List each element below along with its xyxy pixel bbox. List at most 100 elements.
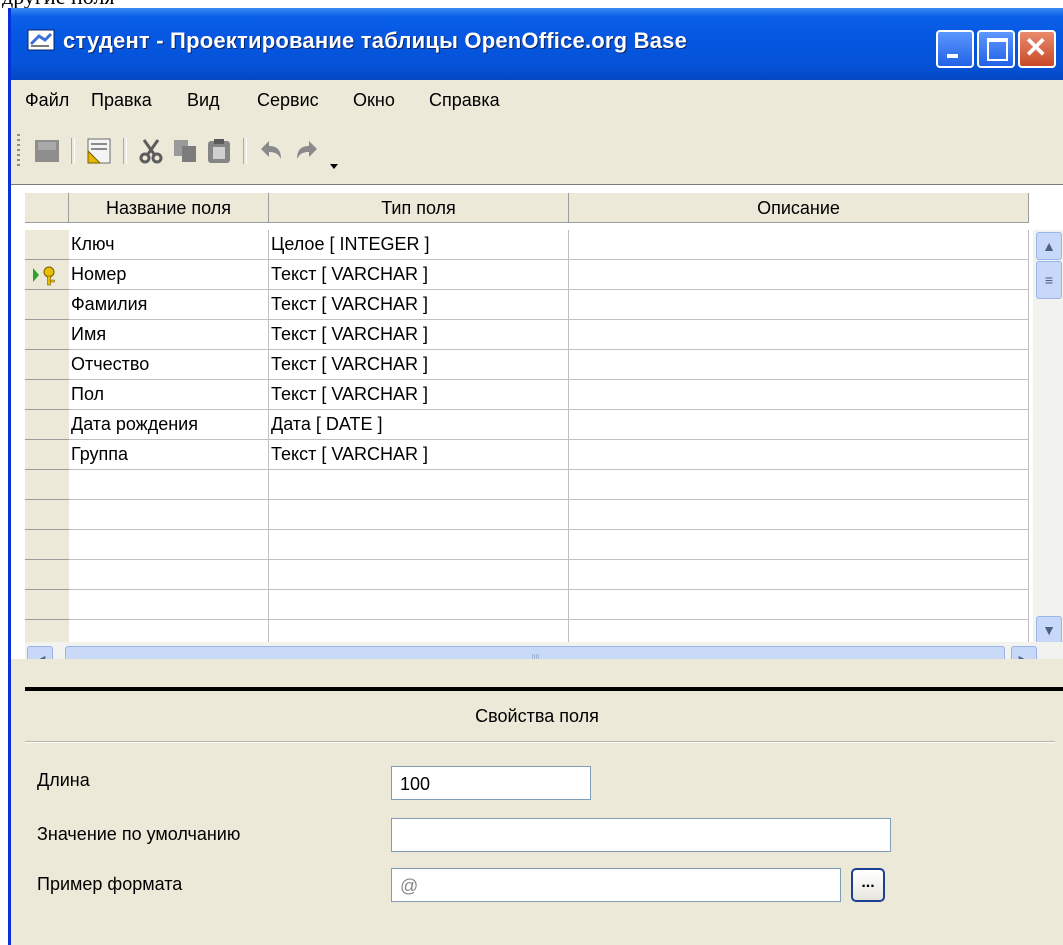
- scroll-right-arrow-icon[interactable]: ▶: [1011, 646, 1037, 659]
- cut-icon[interactable]: [137, 137, 165, 165]
- design-icon[interactable]: [85, 137, 113, 165]
- row-header[interactable]: [25, 470, 69, 500]
- cell-field-type[interactable]: [269, 530, 569, 560]
- row-header[interactable]: [25, 230, 69, 260]
- minimize-icon: [947, 54, 958, 58]
- cell-description[interactable]: [569, 590, 1029, 620]
- cell-field-name[interactable]: Фамилия: [69, 290, 269, 320]
- cropped-text: другие поля: [2, 0, 115, 8]
- format-browse-button[interactable]: ...: [851, 868, 885, 902]
- cell-field-type[interactable]: Текст [ VARCHAR ]: [269, 440, 569, 470]
- menu-bar: Файл Правка Вид Сервис Окно Справка: [11, 80, 1063, 120]
- menu-help[interactable]: Справка: [429, 90, 500, 111]
- cell-field-name[interactable]: [69, 530, 269, 560]
- title-bar[interactable]: студент - Проектирование таблицы OpenOff…: [11, 8, 1063, 80]
- cell-field-type[interactable]: Целое [ INTEGER ]: [269, 230, 569, 260]
- dropdown-arrow-icon[interactable]: [327, 150, 341, 170]
- toolbar-separator: [123, 138, 127, 164]
- cell-field-type[interactable]: Текст [ VARCHAR ]: [269, 260, 569, 290]
- cell-field-name[interactable]: [69, 590, 269, 620]
- menu-edit[interactable]: Правка: [91, 90, 152, 111]
- cell-field-name[interactable]: Номер: [69, 260, 269, 290]
- column-header-description[interactable]: Описание: [569, 193, 1029, 223]
- row-header[interactable]: [25, 290, 69, 320]
- column-header-field-type[interactable]: Тип поля: [269, 193, 569, 223]
- cell-description[interactable]: [569, 320, 1029, 350]
- cell-description[interactable]: [569, 380, 1029, 410]
- pane-divider[interactable]: [25, 687, 1063, 691]
- cell-field-name[interactable]: [69, 560, 269, 590]
- cell-field-name[interactable]: Группа: [69, 440, 269, 470]
- row-header[interactable]: [25, 320, 69, 350]
- copy-icon[interactable]: [171, 137, 199, 165]
- toolbar: [11, 120, 1063, 184]
- cell-field-type[interactable]: [269, 500, 569, 530]
- app-window: студент - Проектирование таблицы OpenOff…: [8, 8, 1063, 945]
- cell-field-type[interactable]: Дата [ DATE ]: [269, 410, 569, 440]
- cell-description[interactable]: [569, 410, 1029, 440]
- save-icon[interactable]: [33, 137, 61, 165]
- cell-field-type[interactable]: Текст [ VARCHAR ]: [269, 380, 569, 410]
- redo-icon[interactable]: [293, 137, 321, 165]
- scroll-up-arrow-icon[interactable]: ▲: [1036, 232, 1062, 260]
- cell-description[interactable]: [569, 290, 1029, 320]
- cell-field-name[interactable]: Ключ: [69, 230, 269, 260]
- horizontal-scroll-thumb[interactable]: ||||: [65, 646, 1005, 659]
- cell-field-type[interactable]: [269, 590, 569, 620]
- row-header[interactable]: [25, 410, 69, 440]
- length-input[interactable]: 100: [391, 766, 591, 800]
- cell-field-type[interactable]: Текст [ VARCHAR ]: [269, 290, 569, 320]
- maximize-button[interactable]: [977, 30, 1015, 68]
- row-header[interactable]: [25, 590, 69, 620]
- cell-description[interactable]: [569, 440, 1029, 470]
- default-value-label: Значение по умолчанию: [37, 824, 241, 844]
- row-header[interactable]: [25, 260, 69, 290]
- undo-icon[interactable]: [257, 137, 285, 165]
- menu-window[interactable]: Окно: [353, 90, 395, 111]
- close-icon: ✕: [1024, 32, 1048, 63]
- cell-description[interactable]: [569, 500, 1029, 530]
- cropped-text-line: другие поля: [0, 0, 1063, 8]
- toolbar-separator: [243, 138, 247, 164]
- cell-field-type[interactable]: Текст [ VARCHAR ]: [269, 350, 569, 380]
- menu-tools[interactable]: Сервис: [257, 90, 319, 111]
- paste-icon[interactable]: [205, 137, 233, 165]
- cell-description[interactable]: [569, 350, 1029, 380]
- cell-description[interactable]: [569, 560, 1029, 590]
- row-header[interactable]: [25, 530, 69, 560]
- row-header[interactable]: [25, 440, 69, 470]
- default-value-input[interactable]: [391, 818, 891, 852]
- primary-key-icon: [33, 266, 55, 286]
- cell-description[interactable]: [569, 470, 1029, 500]
- format-example-input: @: [391, 868, 841, 902]
- cell-description[interactable]: [569, 530, 1029, 560]
- column-header-field-name[interactable]: Название поля: [69, 193, 269, 223]
- minimize-button[interactable]: [936, 30, 974, 68]
- cell-field-name[interactable]: [69, 470, 269, 500]
- horizontal-scrollbar[interactable]: ◀ |||| ▶: [25, 642, 1063, 659]
- menu-file[interactable]: Файл: [25, 90, 69, 111]
- toolbar-grip[interactable]: [17, 134, 20, 168]
- row-header[interactable]: [25, 560, 69, 590]
- cell-field-name[interactable]: Дата рождения: [69, 410, 269, 440]
- cell-field-type[interactable]: [269, 560, 569, 590]
- cell-description[interactable]: [569, 260, 1029, 290]
- vertical-scrollbar[interactable]: ▲ ≡ ▼: [1033, 230, 1063, 645]
- cell-field-name[interactable]: Имя: [69, 320, 269, 350]
- menu-view[interactable]: Вид: [187, 90, 220, 111]
- row-header[interactable]: [25, 380, 69, 410]
- field-properties-title: Свойства поля: [475, 706, 599, 726]
- close-button[interactable]: ✕: [1018, 30, 1056, 68]
- cell-description[interactable]: [569, 230, 1029, 260]
- scroll-thumb[interactable]: ≡: [1036, 261, 1062, 299]
- cell-field-name[interactable]: [69, 500, 269, 530]
- cell-field-name[interactable]: Отчество: [69, 350, 269, 380]
- row-header[interactable]: [25, 500, 69, 530]
- cell-field-type[interactable]: Текст [ VARCHAR ]: [269, 320, 569, 350]
- scroll-down-arrow-icon[interactable]: ▼: [1036, 616, 1062, 644]
- cell-field-type[interactable]: [269, 470, 569, 500]
- scroll-left-arrow-icon[interactable]: ◀: [27, 646, 53, 659]
- window-title: студент - Проектирование таблицы OpenOff…: [63, 28, 688, 53]
- row-header[interactable]: [25, 350, 69, 380]
- cell-field-name[interactable]: Пол: [69, 380, 269, 410]
